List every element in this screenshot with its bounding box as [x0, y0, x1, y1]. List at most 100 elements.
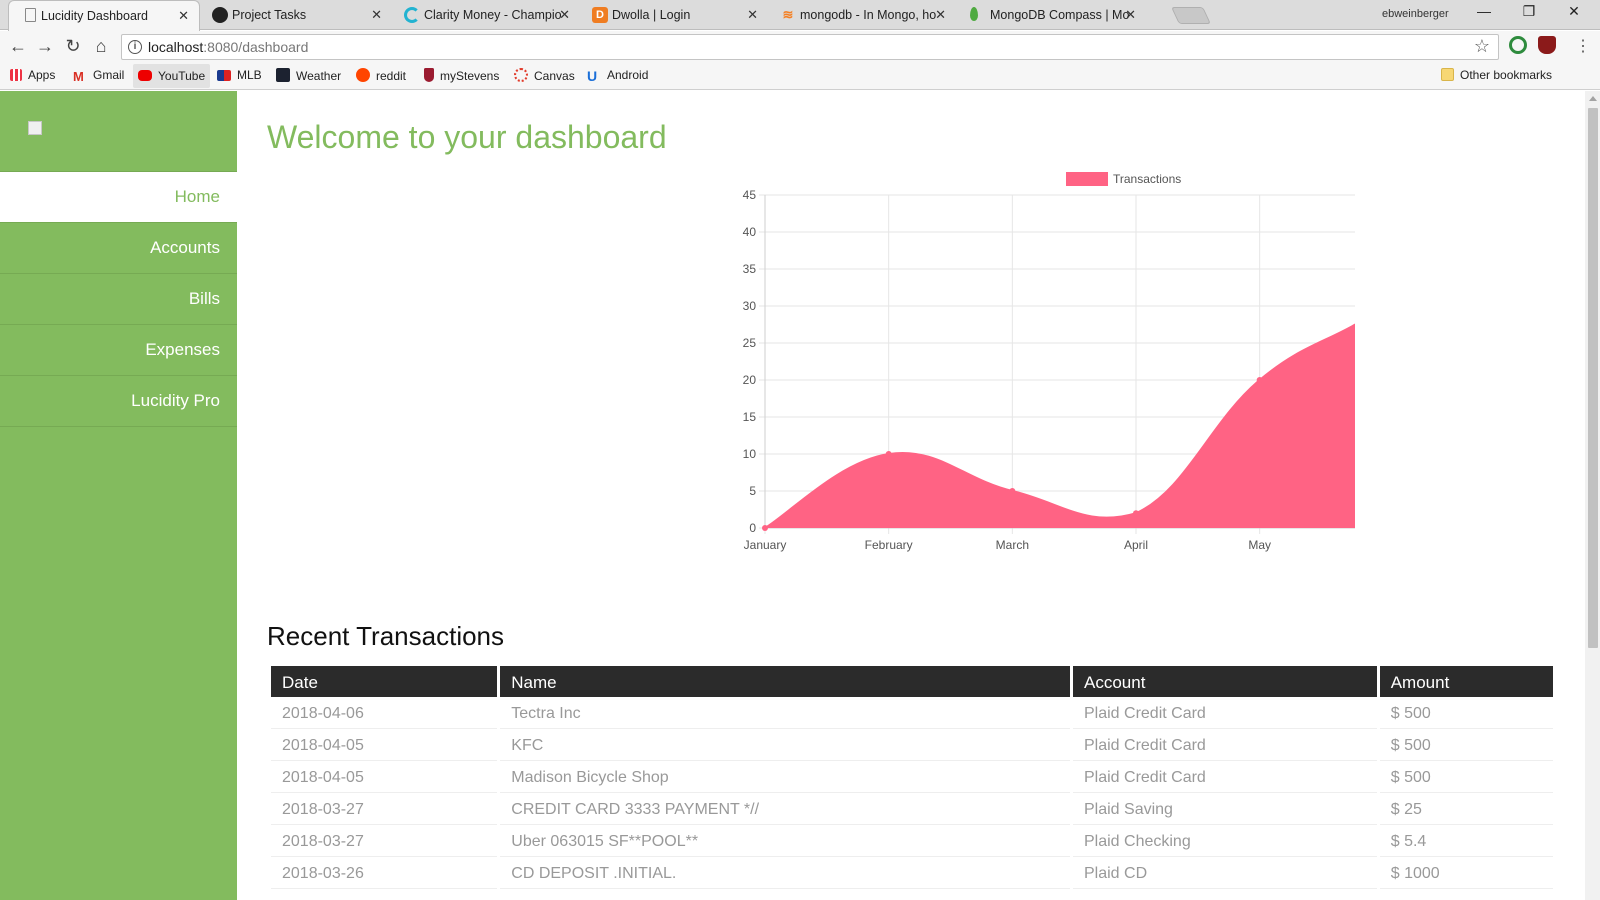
table-header-row: Date Name Account Amount [271, 666, 1553, 697]
minimize-icon[interactable]: — [1464, 3, 1504, 19]
sidebar-item-expenses[interactable]: Expenses [0, 325, 237, 376]
browser-menu-icon[interactable]: ⋮ [1575, 36, 1591, 56]
cell-name: CREDIT CARD 3333 PAYMENT *// [500, 793, 1070, 825]
url-text[interactable]: localhost:8080/dashboard [148, 39, 308, 55]
dwolla-icon: D [592, 7, 608, 23]
cell-date: 2018-03-27 [271, 793, 498, 825]
tab-project-tasks[interactable]: Project Tasks ✕ [200, 0, 392, 30]
x-tick-label: February [865, 538, 913, 552]
other-bookmarks[interactable]: Other bookmarks [1441, 68, 1552, 82]
sidebar: Home Accounts Bills Expenses Lucidity Pr… [0, 91, 237, 900]
column-header-amount[interactable]: Amount [1379, 666, 1553, 697]
cell-amount: $ 500 [1379, 761, 1553, 793]
youtube-icon [138, 70, 152, 81]
tab-lucidity-dashboard[interactable]: Lucidity Dashboard ✕ [8, 0, 200, 31]
x-tick-label: January [744, 538, 787, 552]
folder-icon [1441, 68, 1454, 81]
page-icon [25, 8, 36, 22]
restore-icon[interactable]: ❐ [1509, 3, 1549, 20]
page-scrollbar[interactable] [1585, 91, 1600, 900]
tab-title: Lucidity Dashboard [41, 9, 149, 23]
stackoverflow-icon: ≋ [782, 7, 794, 22]
data-point [1256, 377, 1263, 383]
data-point [1009, 488, 1016, 494]
forward-icon[interactable]: → [34, 36, 56, 58]
bookmark-android[interactable]: U Android [587, 68, 648, 84]
scroll-up-icon[interactable] [1589, 96, 1597, 101]
scrollbar-thumb[interactable] [1588, 108, 1598, 648]
bookmark-weather[interactable]: Weather [276, 68, 341, 83]
broken-logo-image [28, 121, 42, 135]
bookmark-apps[interactable]: Apps [10, 68, 55, 82]
canvas-icon [514, 68, 528, 82]
back-icon[interactable]: ← [7, 36, 29, 58]
weather-icon [276, 68, 290, 82]
bookmark-gmail[interactable]: M Gmail [73, 68, 124, 84]
tab-dwolla-login[interactable]: D Dwolla | Login ✕ [580, 0, 768, 30]
close-window-icon[interactable]: ✕ [1554, 3, 1594, 20]
tab-title: MongoDB Compass | Mo [990, 8, 1130, 22]
stevens-icon [424, 68, 434, 82]
cell-name: Tectra Inc [500, 697, 1070, 729]
bookmark-star-icon[interactable]: ☆ [1474, 36, 1490, 57]
page-title: Welcome to your dashboard [267, 119, 667, 155]
bookmark-youtube[interactable]: YouTube [133, 64, 211, 88]
bookmark-canvas[interactable]: Canvas [514, 68, 575, 83]
sidebar-item-bills[interactable]: Bills [0, 274, 237, 325]
ublock-icon[interactable] [1538, 36, 1556, 54]
transactions-table: Date Name Account Amount 2018-04-06 Tect… [268, 666, 1556, 889]
legend-swatch [1066, 172, 1108, 186]
address-bar[interactable]: i localhost:8080/dashboard ☆ [121, 34, 1499, 60]
page-content: Home Accounts Bills Expenses Lucidity Pr… [0, 91, 1585, 900]
column-header-account[interactable]: Account [1073, 666, 1377, 697]
y-tick-label: 30 [743, 299, 757, 313]
y-tick-label: 0 [749, 521, 756, 535]
table-row: 2018-03-27 Uber 063015 SF**POOL** Plaid … [271, 825, 1553, 857]
home-icon[interactable]: ⌂ [90, 36, 112, 58]
chart-svg: 0 5 10 15 20 25 30 35 40 45 January February March Ap… [743, 172, 1355, 552]
data-point [1133, 510, 1139, 517]
y-tick-label: 25 [743, 336, 757, 350]
table-row: 2018-04-05 KFC Plaid Credit Card $ 500 [271, 729, 1553, 761]
cell-name: CD DEPOSIT .INITIAL. [500, 857, 1070, 889]
y-tick-label: 15 [743, 410, 757, 424]
tab-mongodb-compass[interactable]: MongoDB Compass | Mo ✕ [956, 0, 1146, 30]
tab-title: Clarity Money - Champio [424, 8, 562, 22]
bookmark-mlb[interactable]: MLB [217, 68, 262, 82]
sidebar-item-home[interactable]: Home [0, 172, 237, 223]
browser-toolbar: ← → ↻ ⌂ i localhost:8080/dashboard ☆ ⋮ [0, 31, 1600, 62]
close-tab-icon[interactable]: ✕ [1125, 0, 1136, 30]
sidebar-item-lucidity-pro[interactable]: Lucidity Pro [0, 376, 237, 427]
site-info-icon[interactable]: i [128, 40, 142, 54]
mlb-icon [217, 70, 231, 81]
column-header-date[interactable]: Date [271, 666, 498, 697]
legend-label: Transactions [1113, 172, 1181, 186]
extension-icon[interactable] [1509, 36, 1527, 54]
bookmark-mystevens[interactable]: myStevens [424, 68, 499, 83]
close-tab-icon[interactable]: ✕ [371, 0, 382, 30]
x-tick-label: April [1124, 538, 1148, 552]
reddit-icon [356, 68, 370, 82]
cell-amount: $ 500 [1379, 697, 1553, 729]
browser-tab-strip: Lucidity Dashboard ✕ Project Tasks ✕ Cla… [0, 0, 1600, 31]
tab-title: Dwolla | Login [612, 8, 691, 22]
close-tab-icon[interactable]: ✕ [935, 0, 946, 30]
x-tick-label: March [996, 538, 1029, 552]
cell-name: Madison Bicycle Shop [500, 761, 1070, 793]
tab-clarity-money[interactable]: Clarity Money - Champio ✕ [392, 0, 580, 30]
android-icon: U [587, 68, 598, 84]
reload-icon[interactable]: ↻ [62, 36, 84, 58]
close-tab-icon[interactable]: ✕ [747, 0, 758, 30]
y-tick-label: 40 [743, 225, 757, 239]
data-point [885, 451, 892, 457]
profile-name[interactable]: ebweinberger [1382, 8, 1449, 20]
sidebar-item-accounts[interactable]: Accounts [0, 223, 237, 274]
bookmark-reddit[interactable]: reddit [356, 68, 406, 83]
close-tab-icon[interactable]: ✕ [559, 0, 570, 30]
tab-mongodb-question[interactable]: ≋ mongodb - In Mongo, ho ✕ [768, 0, 956, 30]
column-header-name[interactable]: Name [500, 666, 1070, 697]
cell-amount: $ 1000 [1379, 857, 1553, 889]
new-tab-button[interactable] [1171, 7, 1211, 24]
tab-title: Project Tasks [232, 8, 307, 22]
close-tab-icon[interactable]: ✕ [178, 1, 189, 31]
